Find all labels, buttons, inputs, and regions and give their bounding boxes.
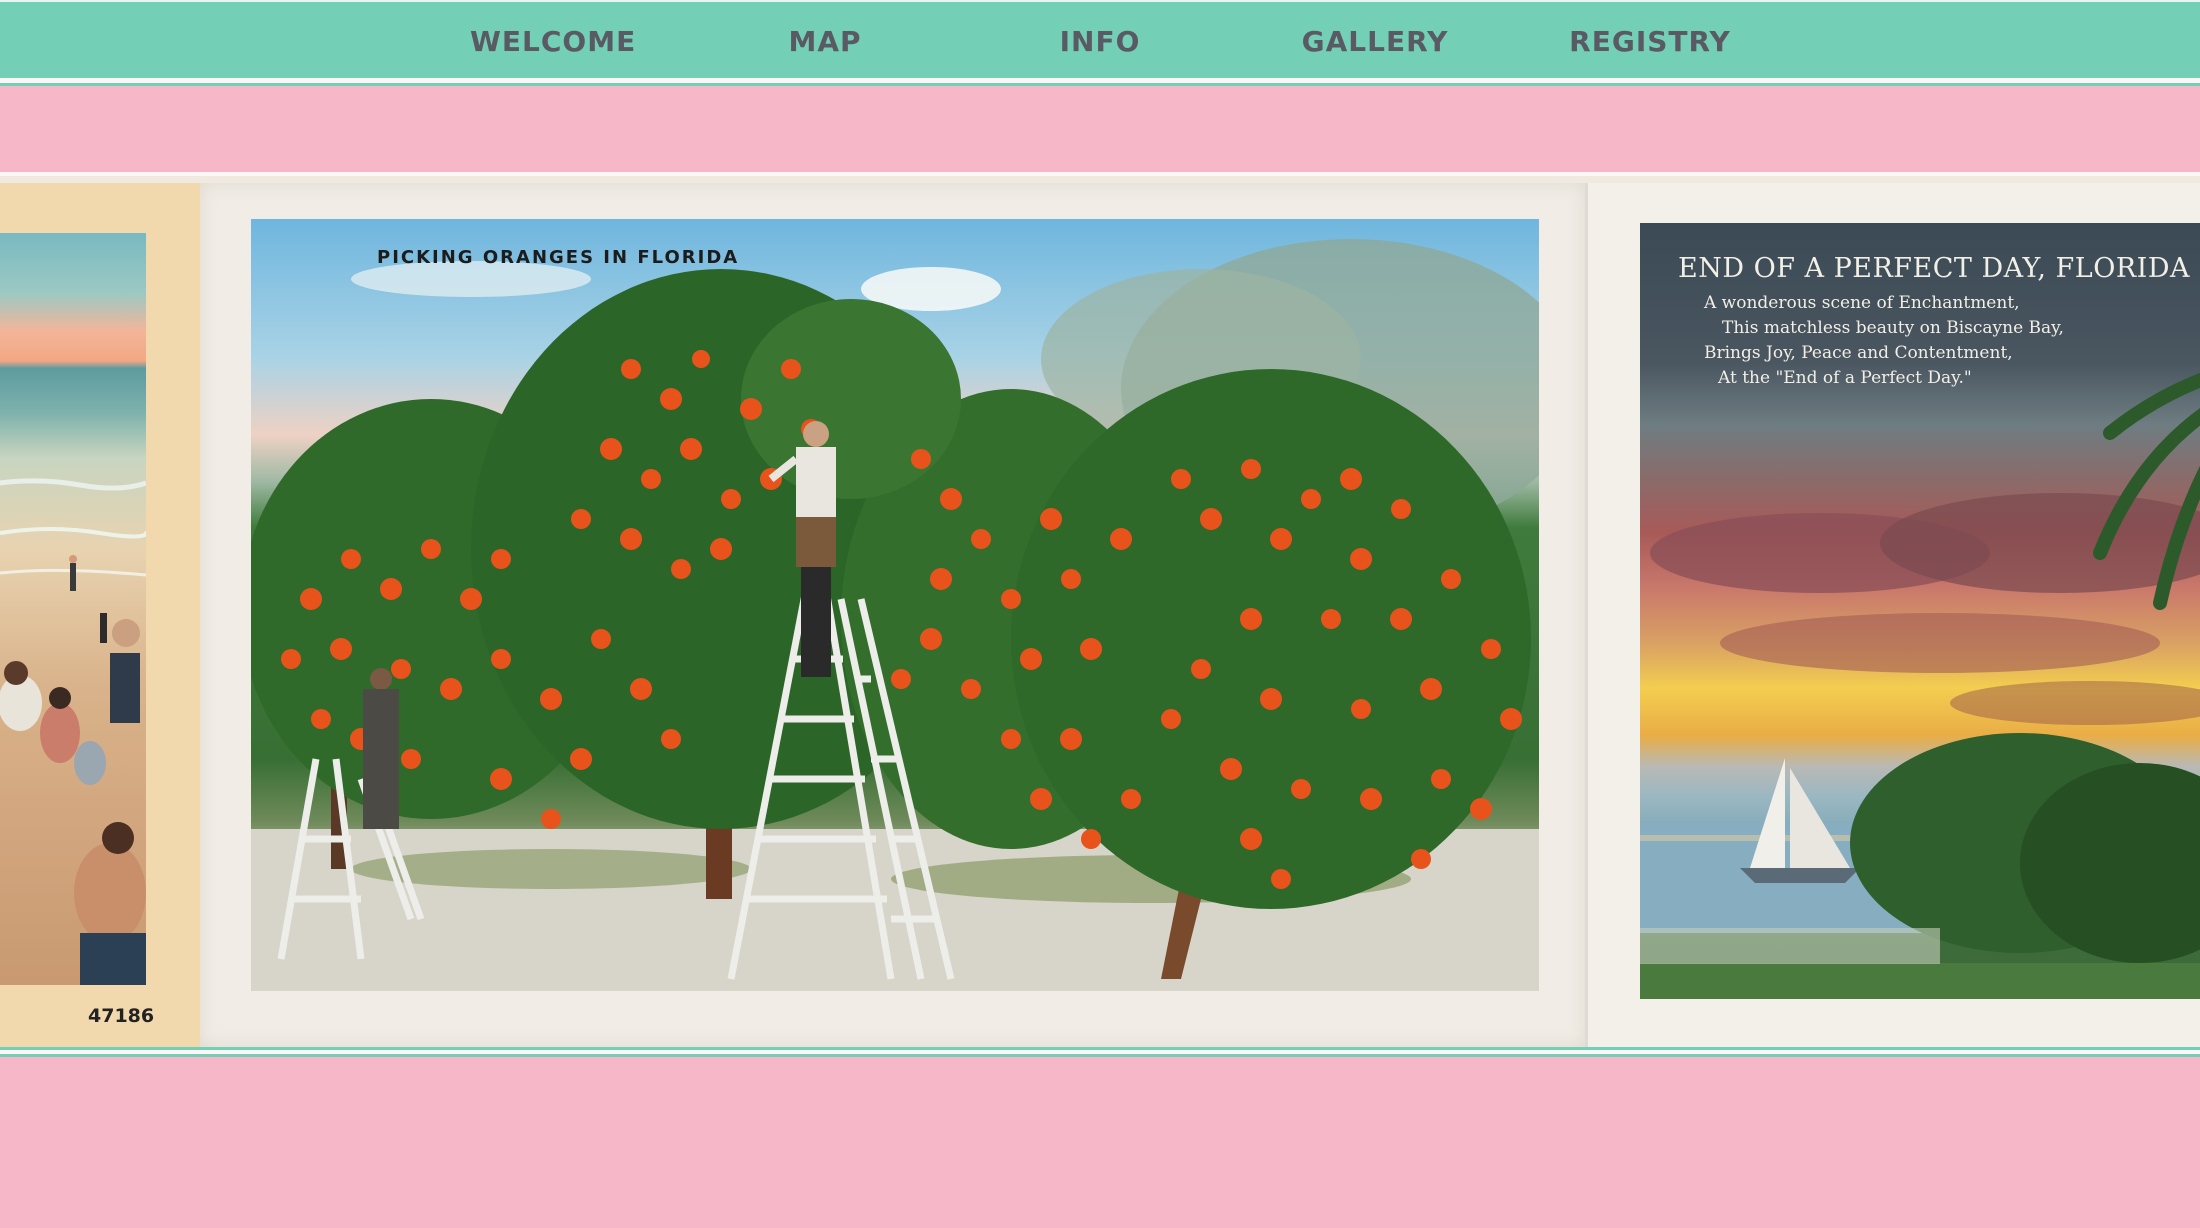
postcard-number: 47186 (88, 1005, 155, 1027)
orange-grove-photo: PICKING ORANGES IN FLORIDA (251, 219, 1539, 991)
strip-top-rule (0, 176, 2200, 183)
nav-gallery[interactable]: GALLERY (1295, 22, 1455, 62)
verse-line-3: Brings Joy, Peace and Contentment, (1704, 343, 2013, 363)
sunset-photo: END OF A PERFECT DAY, FLORIDA A wonderou… (1640, 223, 2200, 999)
verse-line-1: A wonderous scene of Enchantment, (1704, 293, 2020, 313)
postcard-sunset[interactable]: END OF A PERFECT DAY, FLORIDA A wonderou… (1585, 183, 2200, 1047)
nav-welcome[interactable]: WELCOME (470, 22, 635, 62)
verse-line-2: This matchless beauty on Biscayne Bay, (1722, 318, 2064, 338)
nav-registry[interactable]: REGISTRY (1565, 22, 1735, 62)
nav-divider-teal (0, 83, 2200, 86)
postcard-oranges[interactable]: PICKING ORANGES IN FLORIDA (200, 183, 1585, 1047)
postcard-gallery[interactable]: 47186 PICKING ORANGES IN FLORIDA END OF … (0, 183, 2200, 1047)
top-nav: WELCOME MAP INFO GALLERY REGISTRY (0, 0, 2200, 78)
postcard-caption: PICKING ORANGES IN FLORIDA (377, 247, 740, 268)
footer-band (0, 1060, 2200, 1228)
postcard-title: END OF A PERFECT DAY, FLORIDA (1678, 253, 2190, 284)
strip-bottom-rule-teal-2 (0, 1054, 2200, 1057)
nav-info[interactable]: INFO (1050, 22, 1150, 62)
beach-photo (0, 233, 146, 985)
verse-line-4: At the "End of a Perfect Day." (1718, 368, 1972, 388)
nav-map[interactable]: MAP (770, 22, 880, 62)
postcard-beach[interactable]: 47186 (0, 183, 200, 1047)
